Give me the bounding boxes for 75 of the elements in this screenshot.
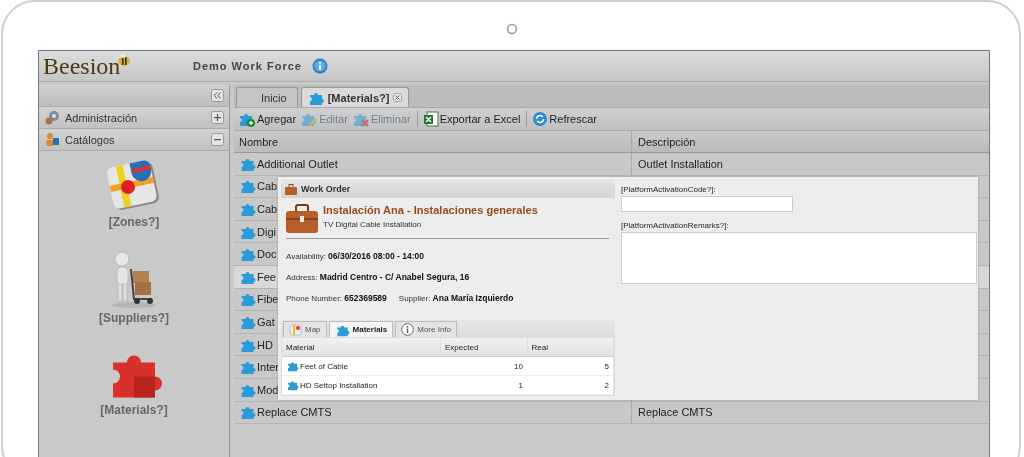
refresh-icon: [532, 111, 549, 127]
info-icon[interactable]: [311, 58, 328, 74]
tab[interactable]: Map: [283, 321, 327, 337]
order-heading: Instalación Ana - Instalaciones generales: [323, 204, 538, 216]
spreadsheet-icon: [422, 111, 439, 127]
table-cell: HD: [257, 338, 273, 351]
table-cell-text: 5: [603, 360, 610, 373]
table-cell: Additional Outlet: [257, 157, 338, 170]
table-cell-text: 10: [513, 360, 524, 373]
catalog-label[interactable]: [Zones?]: [108, 215, 160, 229]
table-cell: Replace CMTS: [638, 406, 713, 419]
puzzle-plus-icon: [238, 111, 256, 127]
detail-field: Availability: 06/30/2016 08:00 - 14:00: [286, 250, 425, 261]
table-row[interactable]: Replace CMTS Replace CMTS: [234, 401, 989, 425]
table-cell: Outlet Installation: [638, 157, 723, 170]
tab[interactable]: Inicio: [236, 87, 298, 107]
detail-field: Supplier: Ana María Izquierdo: [398, 292, 514, 303]
tab[interactable]: More Info: [395, 321, 458, 337]
table-cell: Digi: [257, 225, 276, 238]
sidebar-section[interactable]: Administración: [39, 107, 229, 129]
table-cell: Fibe: [257, 293, 279, 306]
sidebar-section[interactable]: Catálogos: [39, 129, 229, 151]
puzzle-icon: [239, 291, 256, 308]
logo-text: Beesion: [43, 53, 121, 79]
collapse-icon[interactable]: [211, 89, 224, 102]
puzzle-icon: [239, 404, 256, 421]
column-header[interactable]: Material: [282, 338, 440, 356]
puzzle-pencil-icon: [300, 111, 319, 127]
puzzle-icon: [239, 201, 256, 217]
panel-title: Work Order: [301, 184, 351, 194]
excel-button[interactable]: Exportar a Excel: [416, 111, 521, 127]
table-cell: Fee: [257, 270, 276, 283]
table-cell: Feet of Cable: [300, 361, 349, 371]
detail-field: Address: Madrid Centro - C/ Anabel Segura, 16: [286, 271, 470, 282]
collapse-icon[interactable]: [211, 133, 224, 146]
briefcase-icon: [286, 204, 318, 234]
puzzle-icon: [239, 178, 256, 195]
table-cell: Cab: [257, 180, 278, 193]
table-cell: Inter: [257, 361, 279, 374]
section-label: Catálogos: [65, 133, 116, 146]
puzzle-icon: [286, 379, 299, 391]
field-label: [PlatformActivationCode?]:: [621, 185, 716, 194]
table-cell: Gat: [257, 315, 275, 328]
briefcase-icon: [285, 183, 297, 195]
add-button[interactable]: Agregar: [238, 111, 297, 127]
detail-field: Phone Number: 652369589: [286, 292, 387, 303]
app-title: Demo Work Force: [193, 60, 302, 72]
field-label: [PlatformActivationRemarks?]:: [621, 221, 729, 230]
tab[interactable]: Materials: [328, 321, 394, 337]
table-row[interactable]: Additional Outlet Outlet Installation: [234, 153, 989, 176]
puzzle-icon: [239, 359, 256, 376]
table-cell-text: 2: [603, 379, 610, 392]
column-header[interactable]: Expected: [440, 338, 527, 356]
table-cell: Replace CMTS: [257, 406, 332, 419]
camera-icon: [506, 23, 518, 35]
table-cell: HD Settop Installation: [300, 380, 378, 390]
table-cell-text: 1: [517, 379, 524, 392]
order-subheading: TV Digital Cable Installation: [323, 220, 423, 229]
tab[interactable]: [Materials?]: [300, 87, 410, 107]
puzzle-icon: [286, 360, 299, 372]
input-field[interactable]: [621, 196, 793, 212]
section-label: Administración: [65, 111, 139, 124]
column-header[interactable]: Real: [526, 338, 613, 356]
column-header[interactable]: Descripción: [632, 131, 989, 152]
column-header[interactable]: Nombre: [234, 131, 632, 152]
expand-icon[interactable]: [211, 111, 224, 124]
refresh-button[interactable]: Refrescar: [526, 111, 597, 127]
table-cell: Doc: [257, 248, 277, 261]
close-icon[interactable]: [393, 93, 403, 102]
table-cell: Mod: [257, 383, 279, 396]
map-icon: [289, 323, 302, 336]
person-icon: [45, 132, 60, 147]
table-cell: Cab: [257, 203, 278, 215]
puzzle-cross-icon: [351, 111, 370, 127]
puzzle-icon: [239, 246, 256, 263]
